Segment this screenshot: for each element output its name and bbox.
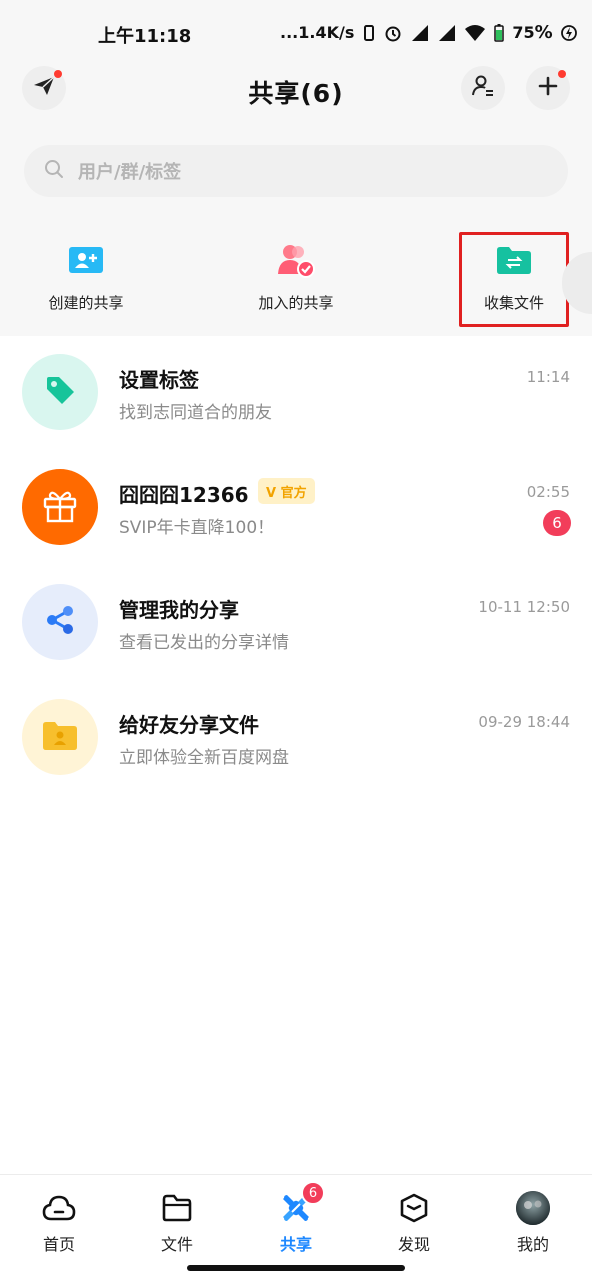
battery-icon [494,23,505,42]
joined-share-button[interactable]: 加入的共享 [216,212,376,336]
vibrate-icon [362,24,376,42]
item-time: 10-11 12:50 [478,598,570,616]
folder-icon [160,1191,194,1225]
tab-share[interactable]: 6 共享 [237,1175,355,1255]
folder-avatar [22,699,98,775]
create-share-label: 创建的共享 [48,294,124,312]
tab-home-label: 首页 [42,1235,75,1254]
add-button[interactable] [526,66,570,110]
gift-icon [40,485,80,529]
item-subtitle: SVIP年卡直降100！ [119,518,275,538]
item-subtitle: 找到志同道合的朋友 [119,403,272,423]
search-placeholder: 用户/群/标签 [78,162,182,183]
tab-profile-label: 我的 [516,1235,549,1254]
contacts-button[interactable] [461,66,505,110]
user-list-icon [471,74,495,102]
list-item[interactable]: 设置标签 找到志同道合的朋友 11:14 [0,354,592,469]
tab-discover[interactable]: 发现 [355,1175,473,1255]
create-share-icon [66,242,106,278]
item-title: 囧囧囧12366 [119,483,249,507]
cloud-icon [42,1191,76,1225]
status-bar: 上午11:18 ...1.4K/s 75% [0,0,592,64]
list-item[interactable]: 管理我的分享 查看已发出的分享详情 10-11 12:50 [0,584,592,699]
tab-share-label: 共享 [279,1235,312,1254]
list-item[interactable]: 给好友分享文件 立即体验全新百度网盘 09-29 18:44 [0,699,592,814]
tab-files-label: 文件 [160,1235,193,1254]
gift-avatar [22,469,98,545]
item-subtitle: 立即体验全新百度网盘 [119,748,289,768]
item-title: 管理我的分享 [119,598,239,622]
plus-icon [537,75,559,101]
official-badge: V 官方 [258,478,315,504]
header: 共享(6) [0,64,592,140]
network-speed: ...1.4K/s [280,23,355,42]
quick-actions: 创建的共享 加入的共享 收集文件 [0,212,592,336]
joined-share-label: 加入的共享 [258,294,334,312]
share-tab-icon: 6 [279,1181,325,1225]
share-list: 设置标签 找到志同道合的朋友 11:14 囧囧囧12366 V 官方 SVIP年… [0,336,592,814]
status-time: 上午11:18 [98,26,192,47]
unread-badge: 6 [543,510,571,536]
charging-icon [560,24,577,42]
highlight-box [459,232,569,327]
tag-avatar [22,354,98,430]
item-subtitle: 查看已发出的分享详情 [119,633,289,653]
tab-profile[interactable]: 我的 [474,1175,592,1255]
notification-dot [558,70,566,78]
search-area: 用户/群/标签 [0,140,592,212]
item-title: 给好友分享文件 [119,713,259,737]
profile-avatar [516,1191,550,1225]
share-icon [43,603,77,641]
item-time: 02:55 [526,483,570,501]
tab-share-badge: 6 [301,1181,325,1205]
item-title: 设置标签 [119,368,199,392]
create-share-button[interactable]: 创建的共享 [6,212,166,336]
list-item[interactable]: 囧囧囧12366 V 官方 SVIP年卡直降100！ 02:55 6 [0,469,592,584]
joined-share-icon [276,242,316,278]
alarm-icon [384,24,402,42]
tab-discover-label: 发现 [397,1235,430,1254]
discover-box-icon [397,1191,431,1225]
home-indicator [187,1265,405,1271]
search-icon [44,159,64,183]
tag-icon [43,373,77,411]
tab-home[interactable]: 首页 [0,1175,118,1255]
share-avatar [22,584,98,660]
item-time: 11:14 [526,368,570,386]
status-indicators: ...1.4K/s 75% [280,22,577,43]
signal-hd-icon [410,24,430,42]
official-badge-label: V 官方 [266,485,307,501]
item-time: 09-29 18:44 [478,713,570,731]
signal-icon [438,24,456,42]
search-input[interactable]: 用户/群/标签 [24,145,568,197]
folder-user-icon [42,719,78,755]
battery-level: 75% [512,22,553,43]
tab-files[interactable]: 文件 [118,1175,236,1255]
wifi-icon [464,24,486,42]
